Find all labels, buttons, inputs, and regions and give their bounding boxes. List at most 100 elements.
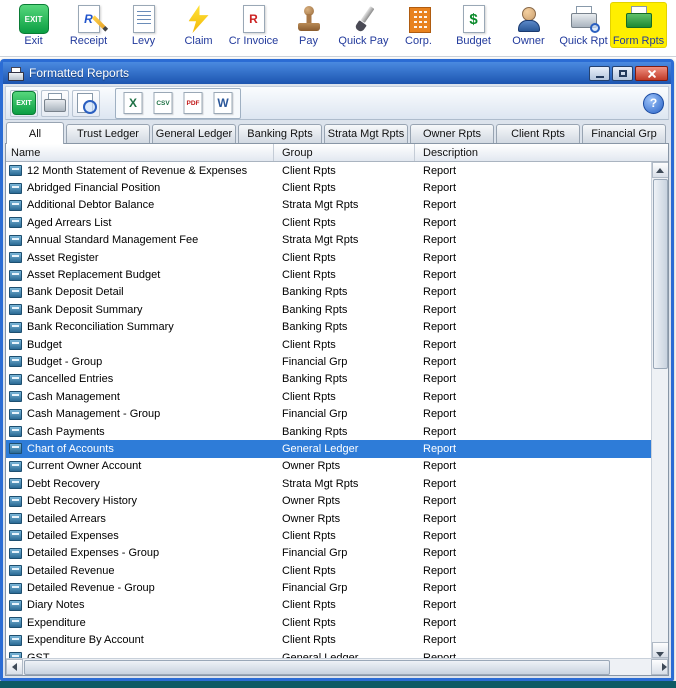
table-row[interactable]: Expenditure By Account Client Rpts Repor… [6, 632, 651, 649]
table-row[interactable]: Detailed Revenue Client Rpts Report [6, 562, 651, 579]
table-row[interactable]: Additional Debtor Balance Strata Mgt Rpt… [6, 197, 651, 214]
table-row[interactable]: Current Owner Account Owner Rpts Report [6, 458, 651, 475]
tab-banking-rpts[interactable]: Banking Rpts [238, 124, 322, 143]
report-icon [9, 356, 22, 368]
toolbar-button-cr-invoice[interactable]: R Cr Invoice [226, 3, 281, 47]
report-group: Client Rpts [282, 251, 336, 264]
report-name: Debt Recovery [27, 477, 100, 490]
table-row[interactable]: Cash Payments Banking Rpts Report [6, 423, 651, 440]
dialog-titlebar[interactable]: Formatted Reports [3, 62, 671, 84]
close-button[interactable] [635, 65, 668, 81]
tab-trust-ledger[interactable]: Trust Ledger [66, 124, 150, 143]
owner-icon [513, 4, 545, 34]
print-preview-button[interactable] [72, 89, 100, 117]
table-row[interactable]: Budget Client Rpts Report [6, 336, 651, 353]
column-header-name[interactable]: Name [6, 144, 274, 161]
toolbar-button-receipt[interactable]: R Receipt [61, 3, 116, 47]
reports-table: Name Group Description 12 Month Statemen… [5, 143, 669, 676]
exit-button[interactable]: EXIT [10, 89, 38, 117]
table-row[interactable]: Cancelled Entries Banking Rpts Report [6, 371, 651, 388]
table-row[interactable]: Aged Arrears List Client Rpts Report [6, 214, 651, 231]
toolbar-button-label: Receipt [69, 35, 108, 47]
table-row[interactable]: Budget - Group Financial Grp Report [6, 353, 651, 370]
horizontal-scrollbar[interactable] [6, 658, 668, 675]
minimize-button[interactable] [589, 65, 610, 81]
table-row[interactable]: Debt Recovery History Owner Rpts Report [6, 492, 651, 509]
report-name: Asset Replacement Budget [27, 269, 161, 282]
toolbar-button-quick-pay[interactable]: Quick Pay [336, 3, 391, 47]
column-header-group[interactable]: Group [274, 144, 415, 161]
vertical-scrollbar[interactable] [651, 162, 668, 658]
report-icon [9, 199, 22, 211]
table-row[interactable]: Asset Register Client Rpts Report [6, 249, 651, 266]
toolbar-button-form-rpts[interactable]: Form Rpts [611, 3, 666, 47]
tab-general-ledger[interactable]: General Ledger [152, 124, 236, 143]
table-row[interactable]: Diary Notes Client Rpts Report [6, 597, 651, 614]
report-name: Budget - Group [27, 355, 103, 368]
table-row[interactable]: Cash Management Client Rpts Report [6, 388, 651, 405]
table-header: Name Group Description [6, 144, 668, 162]
toolbar-button-exit[interactable]: EXIT Exit [6, 3, 61, 47]
report-icon [9, 339, 22, 351]
table-row[interactable]: Asset Replacement Budget Client Rpts Rep… [6, 266, 651, 283]
tab-financial-grp[interactable]: Financial Grp [582, 124, 666, 143]
scroll-up-button[interactable] [651, 162, 668, 178]
table-row[interactable]: Detailed Expenses Client Rpts Report [6, 527, 651, 544]
report-name: Bank Deposit Summary [27, 303, 143, 316]
table-row[interactable]: Expenditure Client Rpts Report [6, 614, 651, 631]
toolbar-button-label: Budget [456, 35, 491, 47]
table-row[interactable]: GST General Ledger Report [6, 649, 651, 658]
toolbar-button-corp[interactable]: Corp. [391, 3, 446, 47]
report-icon [9, 478, 22, 490]
horizontal-scroll-thumb[interactable] [24, 659, 610, 675]
maximize-button[interactable] [612, 65, 633, 81]
toolbar-button-label: Quick Pay [338, 35, 389, 47]
report-group: Client Rpts [282, 599, 336, 612]
claim-icon [183, 4, 215, 34]
toolbar-button-budget[interactable]: $ Budget [446, 3, 501, 48]
export-csv-button[interactable]: CSV [149, 90, 177, 117]
table-row[interactable]: Chart of Accounts General Ledger Report [6, 440, 651, 458]
table-row[interactable]: Debt Recovery Strata Mgt Rpts Report [6, 475, 651, 492]
report-group: Banking Rpts [282, 425, 348, 438]
scroll-left-button[interactable] [6, 659, 23, 675]
report-icon [9, 321, 22, 333]
table-row[interactable]: Bank Deposit Summary Banking Rpts Report [6, 301, 651, 318]
toolbar-button-pay[interactable]: Pay [281, 3, 336, 47]
arrow-left-icon [12, 663, 17, 671]
toolbar-button-claim[interactable]: Claim [171, 3, 226, 47]
report-description: Report [423, 355, 457, 368]
toolbar-button-label: Owner [512, 35, 545, 47]
toolbar-button-levy[interactable]: Levy [116, 3, 171, 47]
export-excel-button[interactable]: X [119, 90, 147, 117]
help-button[interactable]: ? [643, 92, 664, 114]
vertical-scroll-thumb[interactable] [652, 179, 668, 369]
report-description: Report [423, 182, 457, 195]
table-row[interactable]: Bank Reconciliation Summary Banking Rpts… [6, 319, 651, 336]
tab-owner-rpts[interactable]: Owner Rpts [410, 124, 494, 143]
scroll-down-button[interactable] [651, 642, 668, 658]
tab-client-rpts[interactable]: Client Rpts [496, 124, 580, 143]
tab-strata-mgt-rpts[interactable]: Strata Mgt Rpts [324, 124, 408, 143]
toolbar-button-label: Cr Invoice [228, 35, 279, 47]
table-row[interactable]: Annual Standard Management Fee Strata Mg… [6, 232, 651, 249]
column-header-description[interactable]: Description [415, 144, 668, 161]
scroll-right-button[interactable] [651, 659, 668, 675]
table-row[interactable]: 12 Month Statement of Revenue & Expenses… [6, 162, 651, 179]
tab-all[interactable]: All [6, 122, 64, 144]
report-group: Client Rpts [282, 616, 336, 629]
toolbar-button-quick-rpt[interactable]: Quick Rpt [556, 3, 611, 47]
dialog-toolbar: EXIT X CSV PDF W ? [5, 86, 669, 120]
table-row[interactable]: Abridged Financial Position Client Rpts … [6, 179, 651, 196]
table-row[interactable]: Cash Management - Group Financial Grp Re… [6, 405, 651, 422]
report-description: Report [423, 599, 457, 612]
print-button[interactable] [41, 89, 69, 117]
toolbar-button-owner[interactable]: Owner [501, 3, 556, 47]
report-group: Financial Grp [282, 355, 348, 368]
table-row[interactable]: Detailed Arrears Owner Rpts Report [6, 510, 651, 527]
table-row[interactable]: Detailed Expenses - Group Financial Grp … [6, 545, 651, 562]
export-pdf-button[interactable]: PDF [179, 90, 207, 117]
export-word-button[interactable]: W [209, 90, 237, 117]
table-row[interactable]: Detailed Revenue - Group Financial Grp R… [6, 579, 651, 596]
table-row[interactable]: Bank Deposit Detail Banking Rpts Report [6, 284, 651, 301]
